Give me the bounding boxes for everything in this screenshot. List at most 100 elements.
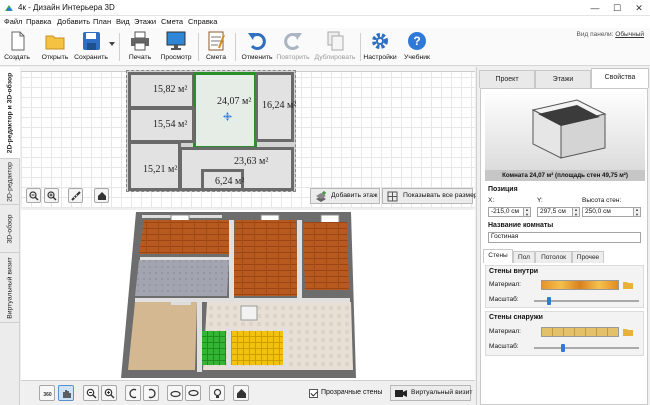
add-floor-button[interactable]: Добавить этаж xyxy=(310,188,380,204)
maximize-button[interactable]: ☐ xyxy=(606,0,628,16)
pan-hand-button[interactable] xyxy=(58,385,74,401)
menu-bar: Файл Правка Добавить План Вид Этажи Смет… xyxy=(0,16,650,28)
subtab-ceiling[interactable]: Потолок xyxy=(535,251,572,263)
subtab-floor[interactable]: Пол xyxy=(513,251,535,263)
room-preview xyxy=(485,94,645,170)
move-handle-icon[interactable] xyxy=(223,112,232,121)
plan-room[interactable]: 15,82 м² xyxy=(128,72,195,109)
save-button[interactable]: Сохранить xyxy=(74,30,108,64)
transparent-walls-checkbox[interactable] xyxy=(309,389,318,398)
panel-view-value[interactable]: Обычный xyxy=(615,31,644,38)
folder-icon[interactable] xyxy=(623,328,633,336)
ruler-button[interactable] xyxy=(68,188,83,203)
menu-view[interactable]: Вид xyxy=(116,17,130,26)
add-floor-icon xyxy=(316,191,326,202)
properties-panel: Проект Этажи Свойства Комната 24,07 м² (… xyxy=(476,67,650,405)
virtual-visit-button[interactable]: Виртуальный визит xyxy=(390,385,473,401)
wall-height-label: Высота стен: xyxy=(582,197,622,204)
tilt-up-button[interactable] xyxy=(167,385,183,401)
x-input[interactable]: -215,0 см xyxy=(488,207,524,217)
tab-properties[interactable]: Свойства xyxy=(591,68,649,88)
view-3d-toolbar: 360 Прозрачные стены Виртуальный визит xyxy=(21,380,475,405)
minimize-button[interactable]: — xyxy=(584,0,606,16)
rotate-360-icon: 360 xyxy=(43,392,52,398)
zoom-out-3d-button[interactable] xyxy=(83,385,99,401)
rotate-left-button[interactable] xyxy=(125,385,141,401)
estimate-button[interactable]: Смета xyxy=(204,30,228,64)
toolbar-separator xyxy=(360,33,361,61)
folder-icon[interactable] xyxy=(623,281,633,289)
settings-button[interactable]: Настройки xyxy=(363,30,397,64)
inside-scale-thumb[interactable] xyxy=(546,297,551,305)
panel-view-selector[interactable]: Вид панели: Обычный xyxy=(577,31,644,38)
undo-button[interactable]: Отменить xyxy=(240,30,274,64)
view-3d[interactable] xyxy=(21,210,475,380)
redo-icon xyxy=(284,33,302,50)
open-button[interactable]: Открыть xyxy=(38,30,72,64)
ruler-icon xyxy=(71,191,81,201)
y-spinner[interactable]: ▲ ▼ xyxy=(573,207,580,217)
menu-add[interactable]: Добавить xyxy=(57,17,90,26)
tab-2d-editor[interactable]: 2D-редактор xyxy=(0,159,20,205)
wall-height-input[interactable]: 250,0 см xyxy=(582,207,634,217)
floppy-disk-icon xyxy=(83,32,100,50)
duplicate-icon xyxy=(327,31,344,51)
hand-icon xyxy=(63,390,71,398)
room-name-input[interactable]: Гостиная xyxy=(488,232,641,243)
y-label: Y: xyxy=(537,197,543,204)
plan-room[interactable]: 15,54 м² xyxy=(128,107,195,143)
rotate-right-button[interactable] xyxy=(143,385,159,401)
house-3d-render[interactable] xyxy=(21,210,475,380)
toolbar: Создать Открыть Сохранить Печать Просмот… xyxy=(0,28,650,66)
plan-room[interactable]: 15,21 м² xyxy=(128,141,181,191)
subtab-other[interactable]: Прочее xyxy=(572,251,604,263)
outside-material-swatch[interactable] xyxy=(541,327,619,337)
menu-file[interactable]: Файл xyxy=(4,17,22,26)
gear-icon xyxy=(372,33,388,49)
print-button[interactable]: Печать xyxy=(125,30,155,64)
view-mode-tabs: 2D-редактор и 3D-обзор 2D-редактор 3D-об… xyxy=(0,67,20,405)
menu-edit[interactable]: Правка xyxy=(26,17,51,26)
y-input[interactable]: 297,5 см xyxy=(537,207,573,217)
outside-scale-slider[interactable] xyxy=(534,347,639,349)
scale-label: Масштаб: xyxy=(489,343,519,350)
tilt-down-button[interactable] xyxy=(185,385,201,401)
zoom-out-button[interactable] xyxy=(26,188,41,203)
x-spinner[interactable]: ▲ ▼ xyxy=(524,207,531,217)
duplicate-button[interactable]: Дублировать xyxy=(314,30,356,64)
menu-help[interactable]: Справка xyxy=(188,17,217,26)
toolbar-separator xyxy=(119,33,120,61)
preview-button[interactable]: Просмотр xyxy=(159,30,193,64)
rotate-360-button[interactable]: 360 xyxy=(39,385,55,401)
walls-inside-group: Стены внутри Материал: Масштаб: xyxy=(485,265,644,308)
tab-3d-view[interactable]: 3D-обзор xyxy=(0,205,20,253)
rotate-left-icon xyxy=(129,388,137,399)
redo-button[interactable]: Повторить xyxy=(274,30,312,64)
close-button[interactable]: ✕ xyxy=(628,0,650,16)
plan-room[interactable]: 6,24 м² xyxy=(201,169,244,191)
create-button[interactable]: Создать xyxy=(2,30,32,64)
menu-floors[interactable]: Этажи xyxy=(134,17,156,26)
show-all-dimensions-button[interactable]: Показывать все размеры xyxy=(382,188,483,204)
menu-plan[interactable]: План xyxy=(93,17,111,26)
plan-room-selected[interactable]: 24,07 м² xyxy=(193,72,257,149)
tab-project[interactable]: Проект xyxy=(479,70,535,88)
tutorial-button[interactable]: ? Учебник xyxy=(400,30,434,64)
plan-room[interactable]: 16,24 м² xyxy=(255,72,296,142)
tab-floors[interactable]: Этажи xyxy=(535,70,591,88)
zoom-in-3d-button[interactable] xyxy=(101,385,117,401)
lighting-button[interactable] xyxy=(209,385,225,401)
menu-estimate[interactable]: Смета xyxy=(161,17,183,26)
home-3d-button[interactable] xyxy=(233,385,249,401)
inside-material-swatch[interactable] xyxy=(541,280,619,290)
subtab-walls[interactable]: Стены xyxy=(483,249,513,263)
tab-virtual-visit[interactable]: Виртуальный визит xyxy=(0,253,20,323)
toolbar-separator xyxy=(198,33,199,61)
home-view-button[interactable] xyxy=(94,188,109,203)
outside-scale-thumb[interactable] xyxy=(561,344,566,352)
save-dropdown-icon[interactable] xyxy=(109,42,115,46)
tab-2d-and-3d[interactable]: 2D-редактор и 3D-обзор xyxy=(0,67,20,159)
walls-inside-title: Стены внутри xyxy=(489,268,539,275)
wall-height-spinner[interactable]: ▲ ▼ xyxy=(634,207,641,217)
zoom-in-button[interactable] xyxy=(44,188,59,203)
